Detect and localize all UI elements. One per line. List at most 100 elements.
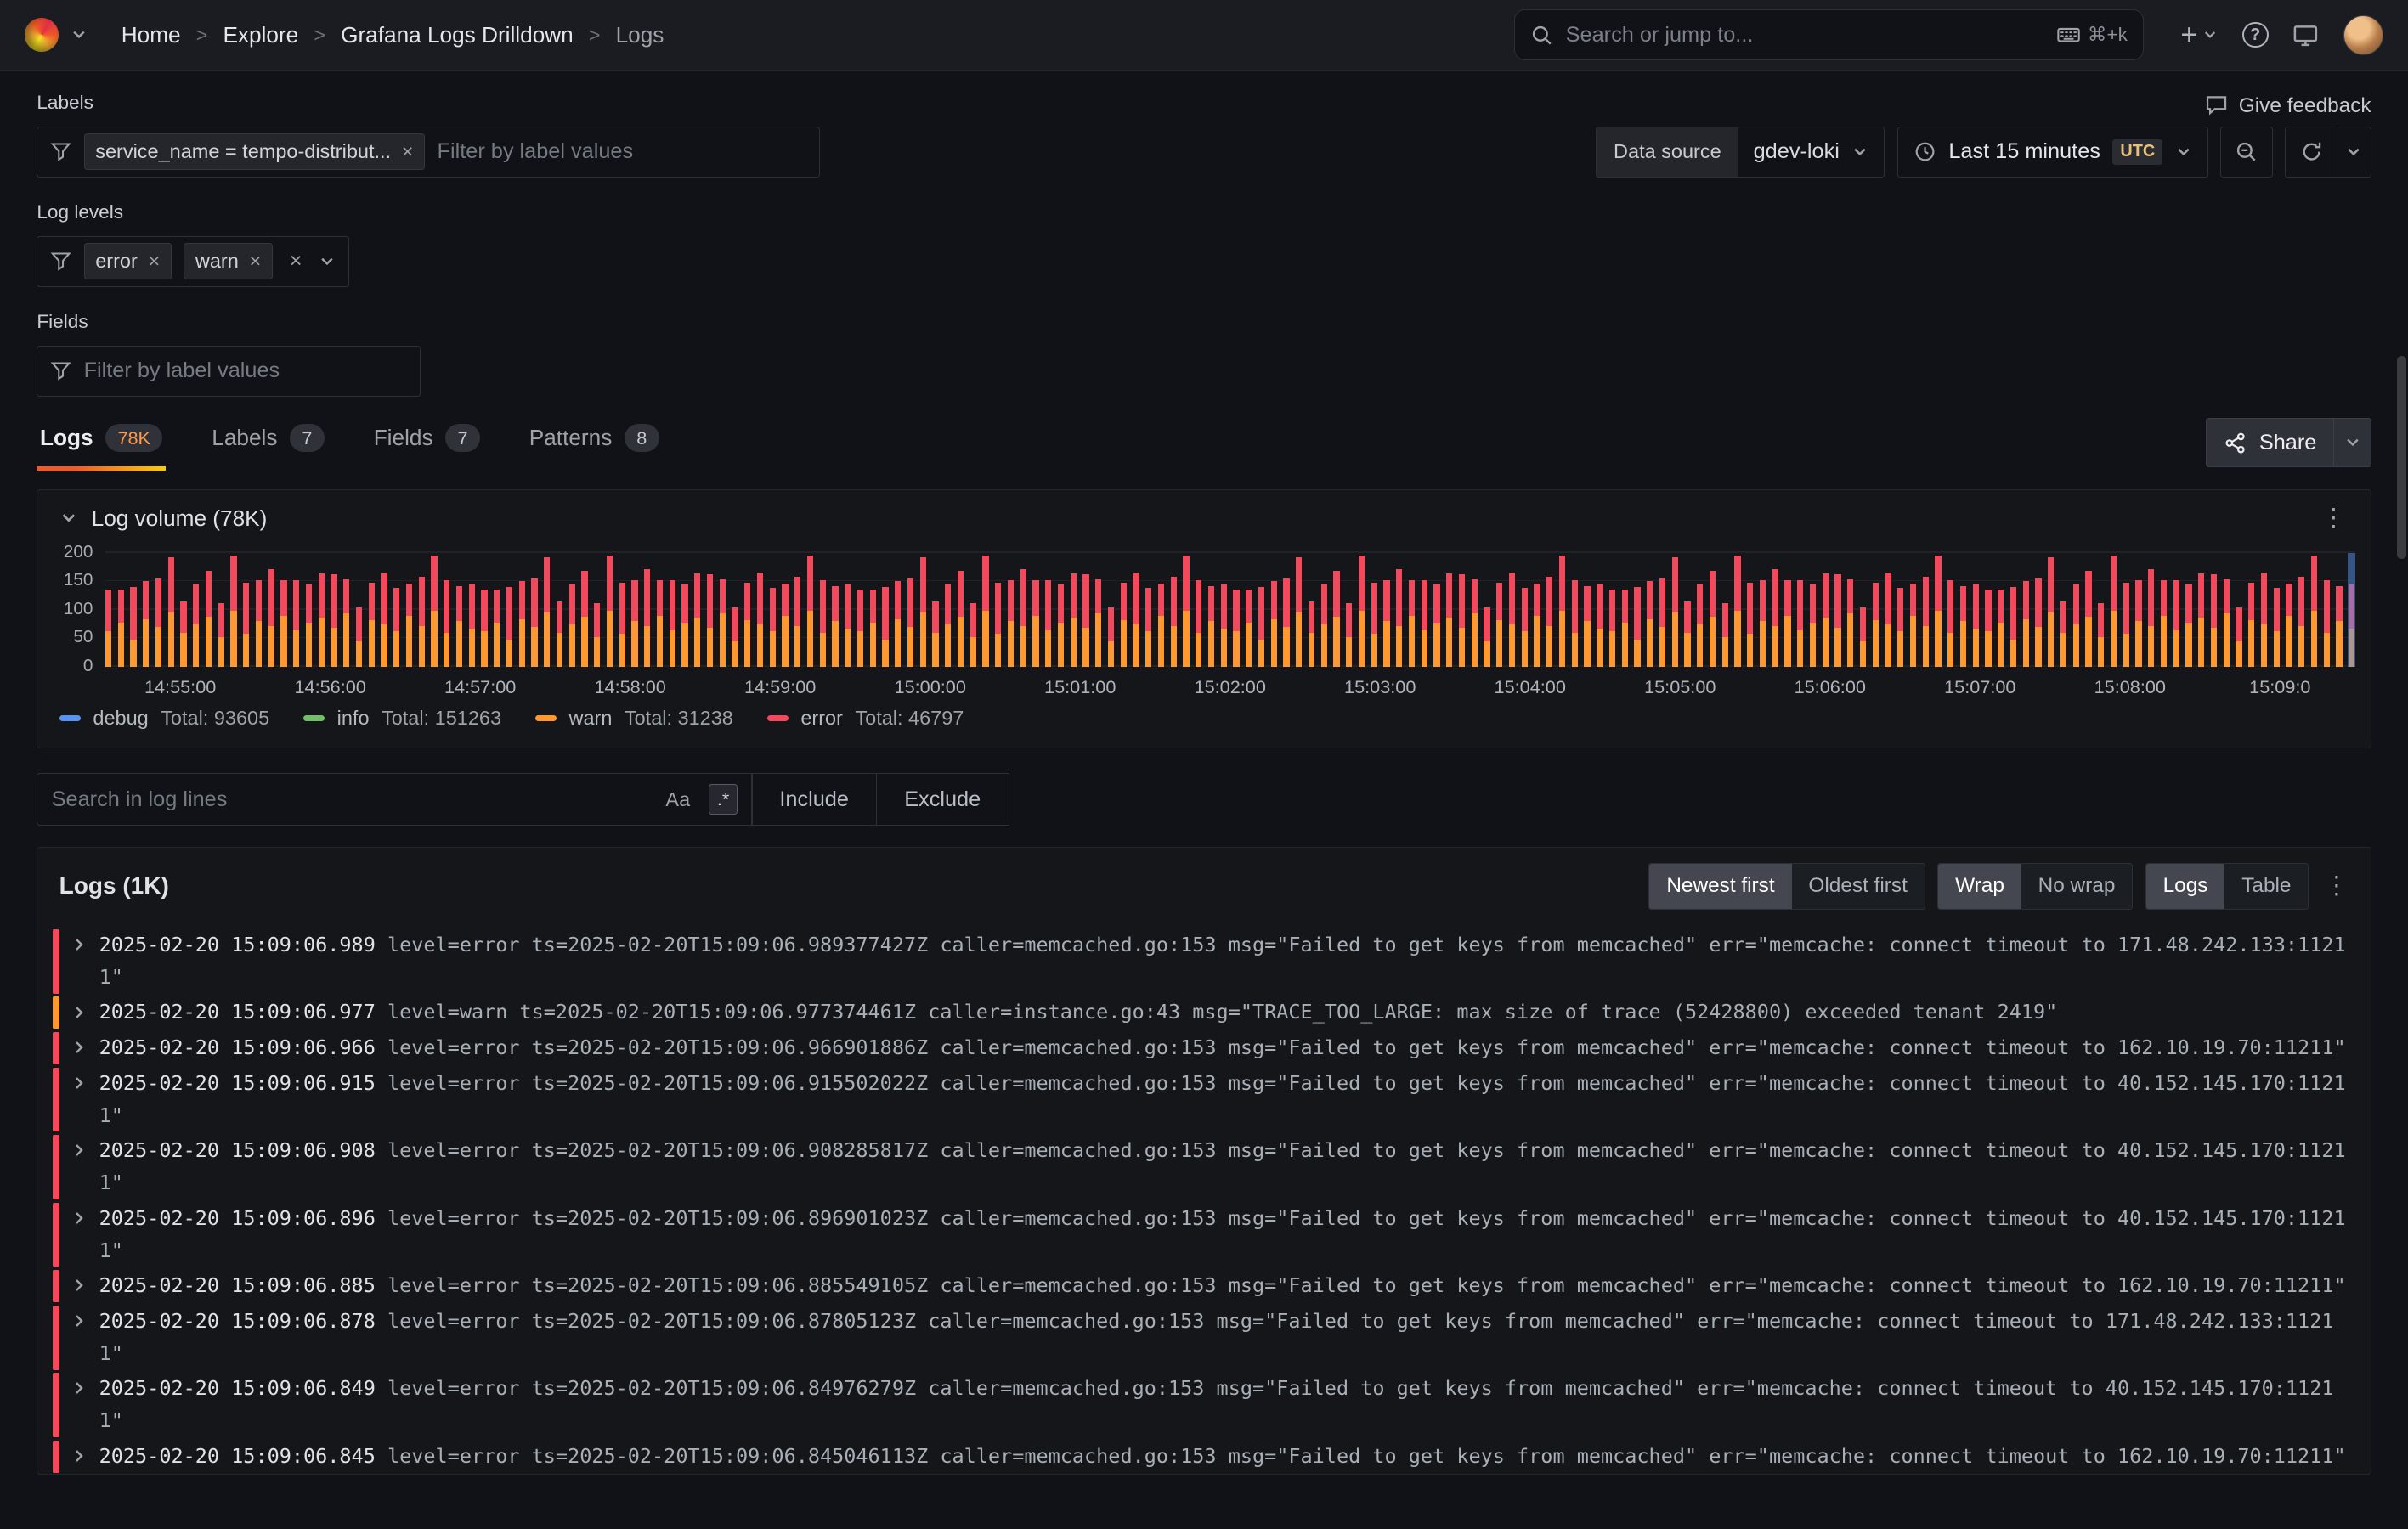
org-chevron-down-icon[interactable]: [71, 26, 88, 43]
global-search-input[interactable]: [1566, 23, 2045, 48]
panel-menu-icon[interactable]: ⋮: [2321, 874, 2352, 899]
bar-segment-warn: [1032, 616, 1038, 667]
exclude-button[interactable]: Exclude: [876, 773, 1009, 825]
tab-patterns[interactable]: Patterns8: [526, 415, 662, 471]
breadcrumb-item[interactable]: Logs: [616, 22, 664, 48]
log-row[interactable]: 2025-02-20 15:09:06.908 level=error ts=2…: [53, 1133, 2370, 1201]
bar-segment-warn: [607, 611, 613, 667]
chart-bar: [1383, 553, 1389, 667]
include-button[interactable]: Include: [751, 773, 878, 825]
user-avatar[interactable]: [2343, 15, 2383, 55]
expand-chevron-icon[interactable]: [59, 1203, 99, 1267]
legend-item-debug[interactable]: debugTotal: 93605: [59, 707, 269, 730]
toggle-wrap[interactable]: Wrap: [1938, 864, 2021, 908]
bar-segment-error: [1834, 574, 1840, 629]
fields-filter-input[interactable]: [84, 358, 408, 383]
breadcrumb-item[interactable]: Grafana Logs Drilldown: [341, 22, 574, 48]
log-levels-filter-box[interactable]: error× warn× ×: [37, 236, 348, 287]
log-line-search-box[interactable]: Aa .*: [37, 773, 752, 825]
chart-bar: [1897, 553, 1903, 667]
service-name-filter-chip[interactable]: service_name = tempo-distribut... ×: [84, 133, 426, 170]
refresh-interval-dropdown[interactable]: [2337, 127, 2371, 177]
chevron-down-icon: [1851, 144, 1868, 161]
remove-filter-icon[interactable]: ×: [402, 142, 414, 162]
zoom-out-button[interactable]: [2221, 127, 2272, 177]
news-button[interactable]: [2292, 22, 2319, 48]
help-button[interactable]: ?: [2242, 22, 2269, 48]
fields-filter-box[interactable]: [37, 346, 421, 397]
chart-bar: [1960, 553, 1966, 667]
nav-search-box[interactable]: ⌘+k: [1514, 9, 2144, 60]
bar-segment-error: [230, 556, 236, 611]
chevron-down-icon[interactable]: [319, 253, 336, 270]
chart-bar: [1684, 553, 1690, 667]
time-range-button[interactable]: Last 15 minutes UTC: [1898, 127, 2207, 177]
share-dropdown[interactable]: [2333, 419, 2370, 466]
expand-chevron-icon[interactable]: [59, 1032, 99, 1064]
toggle-table[interactable]: Table: [2224, 864, 2308, 908]
log-row[interactable]: 2025-02-20 15:09:06.966 level=error ts=2…: [53, 1030, 2370, 1066]
toggle-no-wrap[interactable]: No wrap: [2021, 864, 2133, 908]
expand-chevron-icon[interactable]: [59, 1068, 99, 1132]
collapse-chevron-icon[interactable]: [59, 509, 78, 528]
log-row[interactable]: 2025-02-20 15:09:06.849 level=error ts=2…: [53, 1371, 2370, 1439]
toggle-newest-first[interactable]: Newest first: [1649, 864, 1791, 908]
tab-labels[interactable]: Labels7: [209, 415, 328, 471]
legend-item-warn[interactable]: warnTotal: 31238: [535, 707, 733, 730]
log-row[interactable]: 2025-02-20 15:09:06.885 level=error ts=2…: [53, 1268, 2370, 1304]
expand-chevron-icon[interactable]: [59, 929, 99, 994]
breadcrumb-item[interactable]: Home: [122, 22, 181, 48]
bar-segment-error: [1947, 580, 1953, 633]
x-axis-tick-label: 14:59:00: [744, 676, 816, 698]
datasource-value[interactable]: gdev-loki: [1738, 127, 1885, 177]
log-level-chip-warn[interactable]: warn×: [184, 243, 273, 279]
log-row[interactable]: 2025-02-20 15:09:06.977 level=warn ts=20…: [53, 996, 2370, 1031]
remove-chip-icon[interactable]: ×: [249, 251, 261, 272]
toggle-oldest-first[interactable]: Oldest first: [1792, 864, 1925, 908]
page-scrollbar-thumb[interactable]: [2397, 356, 2406, 559]
expand-chevron-icon[interactable]: [59, 1441, 99, 1473]
tab-fields[interactable]: Fields7: [370, 415, 483, 471]
log-level-chip-error[interactable]: error×: [84, 243, 172, 279]
breadcrumb-item[interactable]: Explore: [223, 22, 298, 48]
share-button-main[interactable]: Share: [2207, 419, 2333, 466]
breadcrumb-separator-icon: >: [196, 24, 208, 47]
log-row[interactable]: 2025-02-20 15:09:06.878 level=error ts=2…: [53, 1304, 2370, 1372]
bar-segment-error: [1509, 573, 1515, 624]
add-new-button[interactable]: +: [2180, 20, 2218, 49]
remove-chip-icon[interactable]: ×: [148, 251, 160, 272]
expand-chevron-icon[interactable]: [59, 1135, 99, 1199]
refresh-button[interactable]: [2286, 127, 2337, 177]
bar-segment-error: [970, 603, 976, 637]
bar-segment-warn: [2123, 634, 2129, 667]
toggle-logs[interactable]: Logs: [2146, 864, 2225, 908]
log-row[interactable]: 2025-02-20 15:09:06.915 level=error ts=2…: [53, 1066, 2370, 1134]
share-button[interactable]: Share: [2206, 418, 2371, 467]
log-row[interactable]: 2025-02-20 15:09:06.989 level=error ts=2…: [53, 928, 2370, 996]
expand-chevron-icon[interactable]: [59, 1270, 99, 1302]
log-line-search-input[interactable]: [52, 787, 647, 812]
expand-chevron-icon[interactable]: [59, 1306, 99, 1370]
clear-levels-icon[interactable]: ×: [285, 249, 307, 274]
time-range-picker[interactable]: Last 15 minutes UTC: [1897, 127, 2208, 178]
expand-chevron-icon[interactable]: [59, 1373, 99, 1437]
chart-plot[interactable]: [105, 553, 2355, 667]
labels-filter-box[interactable]: service_name = tempo-distribut... ×: [37, 127, 820, 178]
grafana-logo[interactable]: [25, 18, 59, 52]
match-case-button[interactable]: Aa: [659, 785, 696, 814]
expand-chevron-icon[interactable]: [59, 996, 99, 1029]
bar-segment-warn: [531, 627, 537, 667]
legend-item-error[interactable]: errorTotal: 46797: [767, 707, 964, 730]
chart-bar: [1747, 553, 1753, 667]
datasource-picker[interactable]: Data source gdev-loki: [1596, 127, 1885, 178]
log-row[interactable]: 2025-02-20 15:09:06.896 level=error ts=2…: [53, 1201, 2370, 1269]
panel-menu-icon[interactable]: ⋮: [2318, 506, 2349, 531]
label-values-filter-input[interactable]: [438, 139, 807, 164]
legend-item-info[interactable]: infoTotal: 151263: [303, 707, 501, 730]
filters-row: service_name = tempo-distribut... × Data…: [37, 127, 2371, 178]
tab-logs[interactable]: Logs78K: [37, 415, 166, 471]
chart-bar: [644, 553, 650, 667]
regex-button[interactable]: .*: [709, 784, 738, 814]
give-feedback-link[interactable]: Give feedback: [2205, 94, 2371, 118]
log-row[interactable]: 2025-02-20 15:09:06.845 level=error ts=2…: [53, 1439, 2370, 1475]
